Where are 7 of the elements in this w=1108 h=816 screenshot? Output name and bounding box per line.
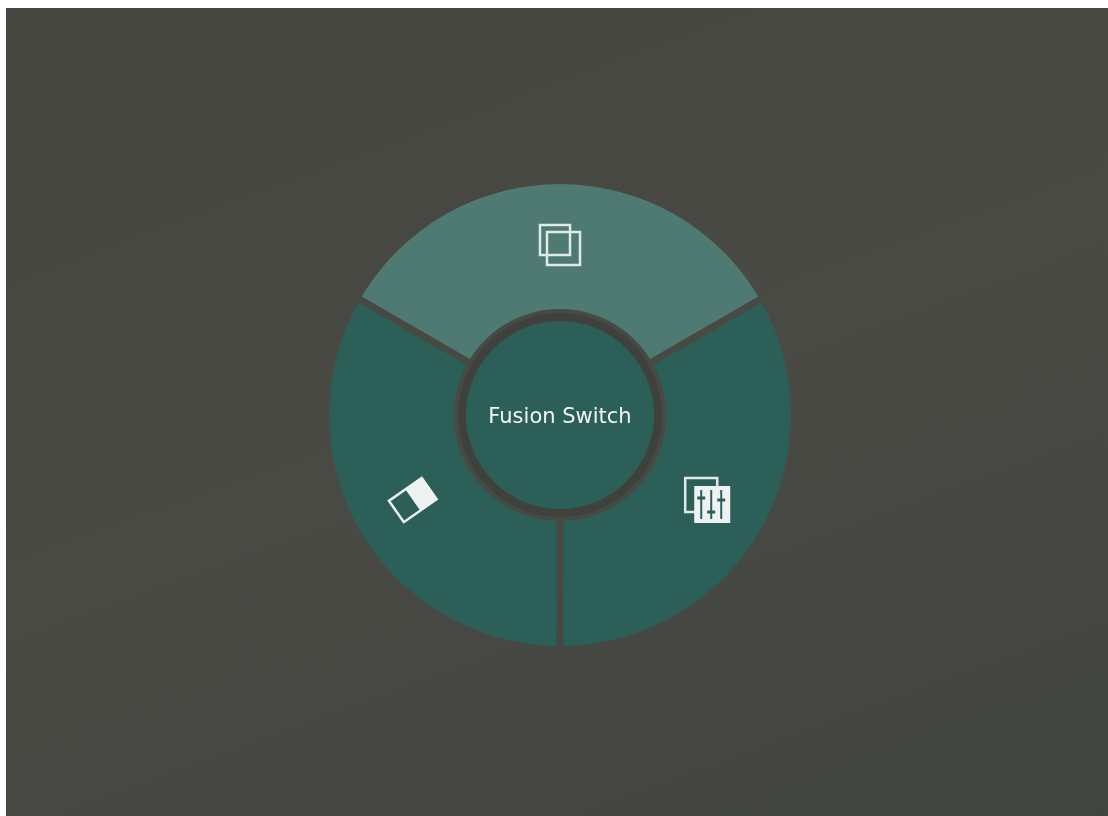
menu-segment[interactable] bbox=[329, 302, 557, 646]
menu-segment[interactable] bbox=[361, 184, 759, 359]
center-button[interactable]: Fusion Switch bbox=[458, 313, 662, 517]
menu-segment[interactable] bbox=[563, 302, 791, 646]
eraser-icon bbox=[387, 476, 439, 524]
sliders-icon bbox=[683, 476, 731, 523]
overlapping-squares-icon bbox=[538, 223, 582, 267]
